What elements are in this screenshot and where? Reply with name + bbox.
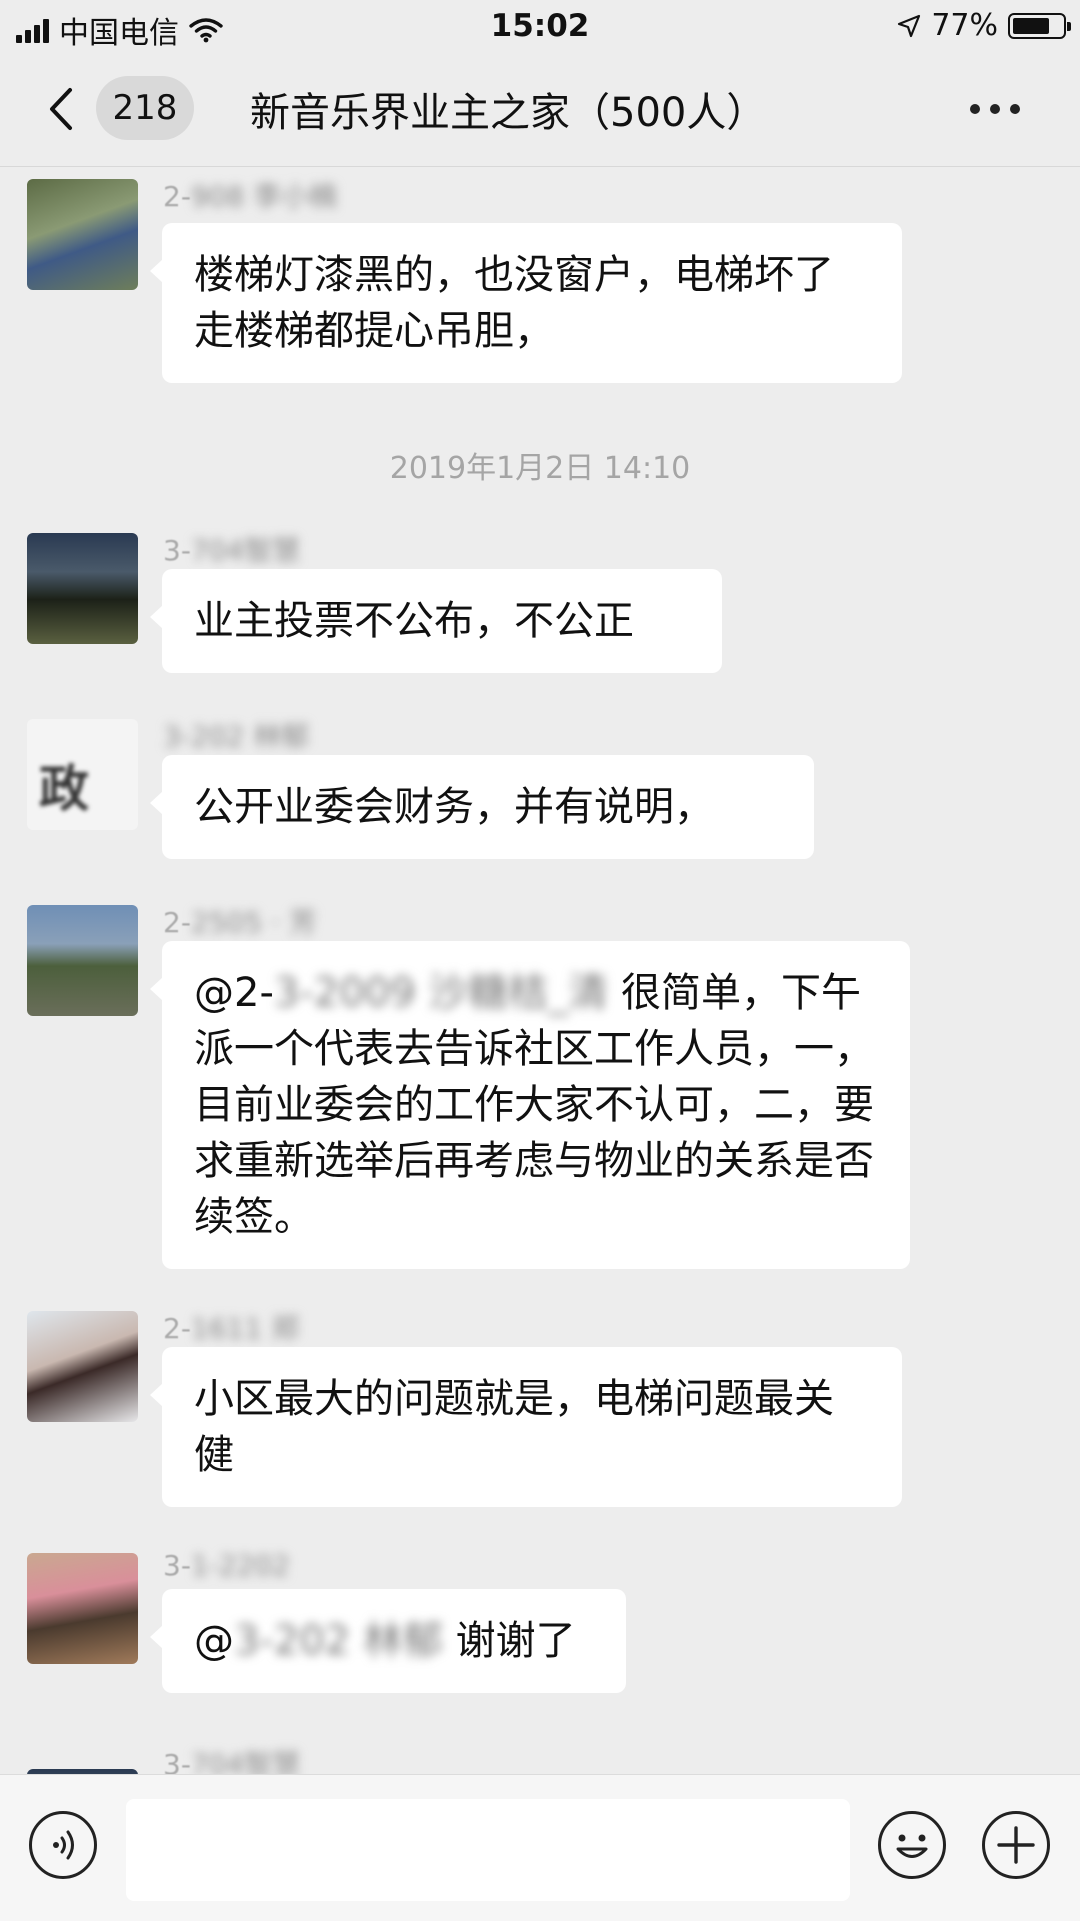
message-bubble[interactable]: 楼梯灯漆黑的，也没窗户，电梯坏了走楼梯都提心吊胆， [150,223,902,383]
sender-name: 3-202 林郁 [163,720,310,753]
status-bar: 中国电信 15:02 77% [0,0,1080,54]
message-bubble[interactable]: 公开业委会财务，并有说明， [150,755,814,859]
more-options-icon[interactable] [970,104,1020,114]
message-bubble[interactable]: @3-202 林郁 谢谢了 [150,1589,626,1693]
chat-title: 新音乐界业主之家（500人） [250,90,767,136]
sender-name: 2-908 李小楠 [163,180,338,213]
sender-name: 3-704智慧 [163,1748,301,1774]
add-plus-icon[interactable] [982,1811,1050,1879]
message-input[interactable] [126,1799,850,1901]
avatar[interactable] [27,905,138,1016]
chat-header: 218 新音乐界业主之家（500人） [0,54,1080,167]
location-arrow-icon [898,14,921,37]
sender-name: 3-1-2202 [163,1549,291,1582]
back-chevron-icon[interactable] [40,84,90,134]
input-bar [0,1774,1080,1921]
avatar[interactable] [27,179,138,290]
sender-name: 3-704智慧 [163,534,301,567]
time-divider: 2019年1月2日 14:10 [389,451,691,486]
sender-name: 2-2505 · 芳 [163,906,317,939]
voice-input-icon[interactable] [29,1811,97,1879]
avatar[interactable] [27,1311,138,1422]
avatar[interactable]: 政江 [27,719,138,830]
message-bubble[interactable]: 业主投票不公布，不公正 [150,569,722,673]
sender-name: 2-1611 郑 [163,1312,300,1345]
unread-count-badge[interactable]: 218 [96,76,194,140]
status-right: 77% [897,8,1071,43]
message-bubble[interactable]: @2-3-2009 沙糖桔_清 很简单，下午派一个代表去告诉社区工作人员，一，目… [150,941,910,1269]
battery-percent: 77% [931,8,998,43]
avatar[interactable] [27,1553,138,1664]
message-bubble[interactable]: 小区最大的问题就是，电梯问题最关健 [150,1347,902,1507]
emoji-icon[interactable] [878,1811,946,1879]
message-list[interactable]: 2-908 李小楠 楼梯灯漆黑的，也没窗户，电梯坏了走楼梯都提心吊胆， 2019… [0,167,1080,1774]
battery-icon [1008,12,1071,39]
avatar[interactable] [27,533,138,644]
